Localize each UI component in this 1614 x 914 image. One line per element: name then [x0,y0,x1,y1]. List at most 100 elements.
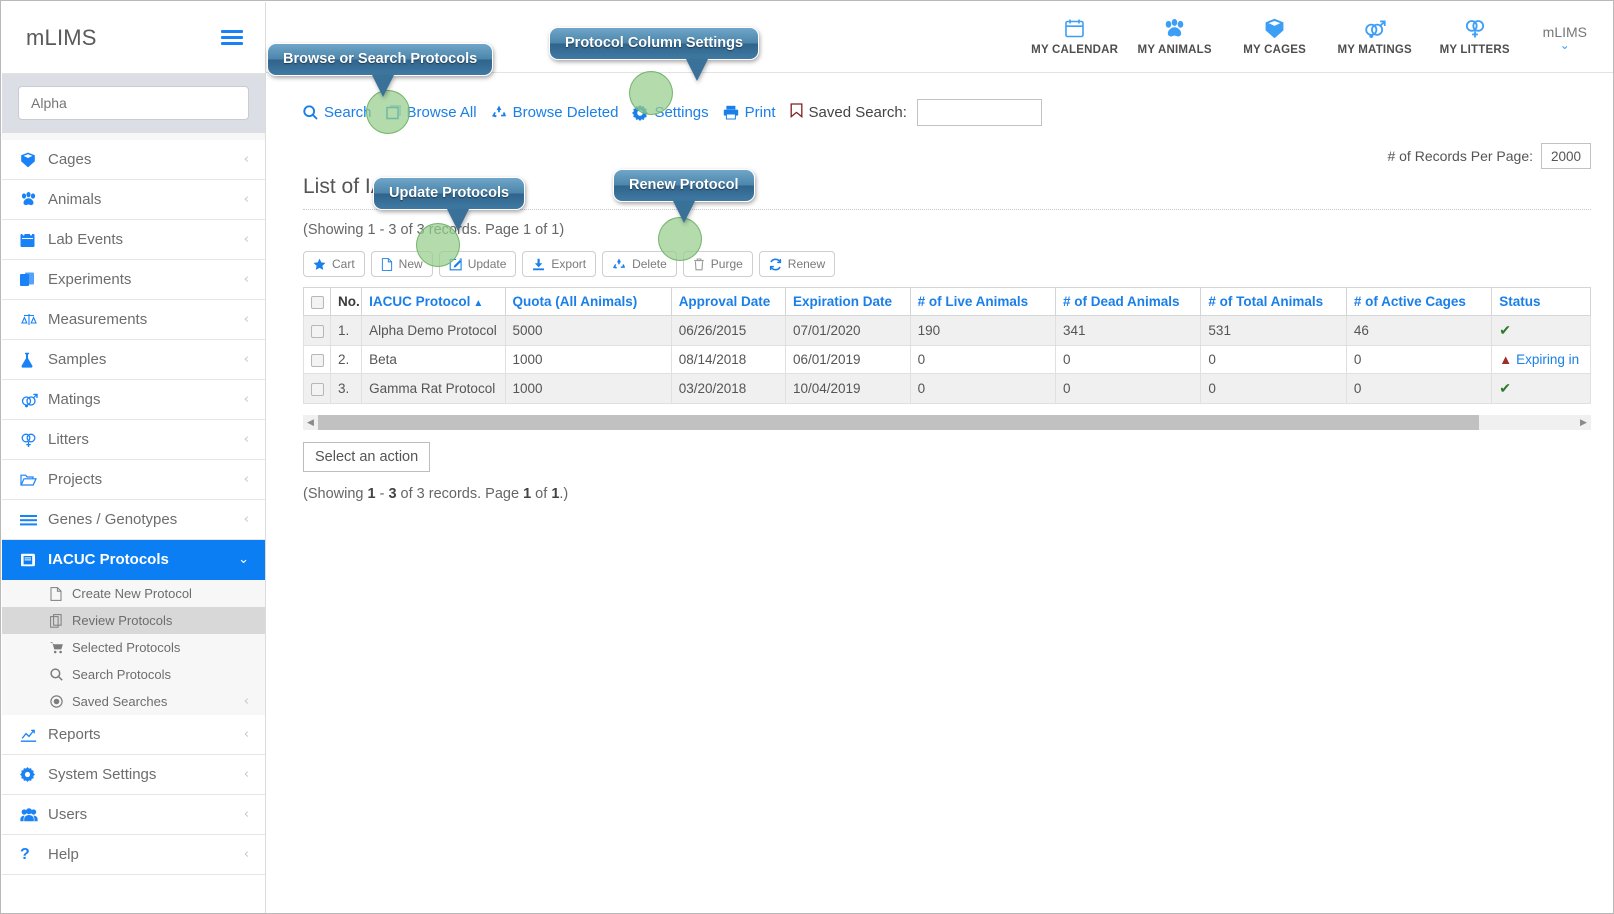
sidebar-item-matings[interactable]: Matings ‹ [2,380,265,420]
row-no: 3. [329,373,363,404]
records-per-page-label: # of Records Per Page: [1387,148,1533,164]
topnav-my-calendar[interactable]: MY CALENDAR [1025,7,1125,67]
copy-icon [50,613,72,628]
scroll-right-arrow-icon[interactable]: ▶ [1576,415,1591,430]
col-iacuc-protocol[interactable]: IACUC Protocol ▲ [361,288,506,316]
scroll-left-arrow-icon[interactable]: ◀ [303,415,318,430]
scrollbar-track[interactable] [318,415,1576,430]
print-label: Print [744,104,776,121]
row-checkbox[interactable] [311,324,324,338]
sidebar: mLIMS Cages ‹ Animals ‹ [2,2,266,913]
pencil-square-icon [449,257,462,271]
select-an-action-button[interactable]: Select an action [303,442,431,472]
topnav-my-animals[interactable]: MY ANIMALS [1125,7,1225,67]
row-protocol-link[interactable]: Beta [361,345,506,374]
select-all-checkbox[interactable] [311,295,324,309]
browse-all-action[interactable]: Browse All [385,104,477,121]
bookmark-icon [790,103,803,122]
topnav-my-matings[interactable]: MY MATINGS [1325,7,1425,67]
sidebar-item-selected-protocols[interactable]: Selected Protocols [2,634,265,661]
sidebar-label: Cages [48,151,92,168]
renew-button[interactable]: Renew [758,251,836,277]
sidebar-item-experiments[interactable]: Experiments ‹ [2,260,265,300]
sidebar-label: System Settings [48,766,157,783]
row-expiration: 07/01/2020 [784,315,911,346]
sidebar-item-measurements[interactable]: Measurements ‹ [2,300,265,340]
purge-button[interactable]: Purge [682,251,753,277]
topnav-my-litters[interactable]: MY LITTERS [1425,7,1525,67]
settings-action[interactable]: Settings [632,104,709,121]
check-icon: ✔ [1499,322,1511,338]
print-action[interactable]: Print [723,104,776,121]
row-select-cell[interactable] [303,345,331,374]
sidebar-item-litters[interactable]: Litters ‹ [2,420,265,460]
col-quota[interactable]: Quota (All Animals) [504,288,672,316]
records-per-page-input[interactable] [1541,143,1591,169]
user-menu[interactable]: mLIMS ⌄ [1543,24,1587,51]
topnav-label: MY LITTERS [1439,44,1510,56]
sidebar-item-animals[interactable]: Animals ‹ [2,180,265,220]
sidebar-item-search-protocols[interactable]: Search Protocols [2,661,265,688]
saved-search-input[interactable] [916,99,1042,126]
table-row[interactable]: 2. Beta 1000 08/14/2018 06/01/2019 0 0 0… [303,345,1591,374]
sidebar-label: Genes / Genotypes [48,511,178,528]
col-approval-date[interactable]: Approval Date [670,288,786,316]
row-status: ✔ [1491,315,1591,346]
sidebar-item-users[interactable]: Users ‹ [2,795,265,835]
browse-deleted-action[interactable]: Browse Deleted [491,104,618,121]
sidebar-item-saved-searches[interactable]: Saved Searches ‹ [2,688,265,715]
table-horizontal-scrollbar[interactable]: ◀ ▶ [303,415,1591,430]
new-button[interactable]: New [370,251,433,277]
sidebar-item-create-new-protocol[interactable]: Create New Protocol [2,580,265,607]
sidebar-item-help[interactable]: ? Help ‹ [2,835,265,875]
table-row[interactable]: 3. Gamma Rat Protocol 1000 03/20/2018 10… [303,373,1591,404]
row-cages[interactable]: 46 [1345,315,1493,346]
cart-button[interactable]: Cart [303,251,365,277]
search-action[interactable]: Search [303,104,372,121]
row-checkbox[interactable] [311,353,324,367]
col-live-animals[interactable]: # of Live Animals [909,288,1057,316]
col-dead-animals[interactable]: # of Dead Animals [1054,288,1202,316]
folder-open-icon [20,473,48,487]
row-select-cell[interactable] [303,373,331,404]
sidebar-item-projects[interactable]: Projects ‹ [2,460,265,500]
col-total-animals[interactable]: # of Total Animals [1200,288,1347,316]
sidebar-item-genes-genotypes[interactable]: Genes / Genotypes ‹ [2,500,265,540]
sidebar-item-lab-events[interactable]: Lab Events ‹ [2,220,265,260]
topnav-my-cages[interactable]: MY CAGES [1225,7,1325,67]
fs-1: 1 [367,486,376,502]
export-button[interactable]: Export [522,251,597,277]
col-expiration-date[interactable]: Expiration Date [784,288,911,316]
row-total[interactable]: 531 [1200,315,1347,346]
scrollbar-thumb[interactable] [318,415,1480,430]
sidebar-item-reports[interactable]: Reports ‹ [2,715,265,755]
row-dead[interactable]: 341 [1054,315,1202,346]
row-status: ▲ Expiring in [1491,345,1591,374]
table-row[interactable]: 1. Alpha Demo Protocol 5000 06/26/2015 0… [303,315,1591,346]
chevron-left-icon: ‹ [243,312,249,327]
sidebar-item-cages[interactable]: Cages ‹ [2,140,265,180]
sidebar-item-iacuc-protocols[interactable]: IACUC Protocols ⌄ [2,540,265,580]
col-status[interactable]: Status [1491,288,1591,316]
row-select-cell[interactable] [303,315,331,346]
row-protocol-link[interactable]: Gamma Rat Protocol [361,373,506,404]
new-button-label: New [398,257,423,271]
col-no[interactable]: No. [329,288,363,316]
update-button[interactable]: Update [438,251,517,277]
delete-button[interactable]: Delete [602,251,677,277]
row-live[interactable]: 190 [909,315,1057,346]
hamburger-menu-icon[interactable] [221,27,243,48]
row-status-text[interactable]: Expiring in [1516,352,1579,367]
row-protocol-link[interactable]: Alpha Demo Protocol [361,315,506,346]
row-checkbox[interactable] [311,382,324,396]
sidebar-item-samples[interactable]: Samples ‹ [2,340,265,380]
col-active-cages[interactable]: # of Active Cages [1345,288,1493,316]
sidebar-item-review-protocols[interactable]: Review Protocols [2,607,265,634]
sidebar-item-system-settings[interactable]: System Settings ‹ [2,755,265,795]
sidebar-brand-row: mLIMS [2,2,265,74]
select-all-header[interactable] [303,288,331,316]
row-expiration: 10/04/2019 [784,373,911,404]
sidebar-label: Lab Events [48,231,124,248]
chevron-left-icon: ‹ [243,152,249,167]
sidebar-search-input[interactable] [18,86,249,120]
